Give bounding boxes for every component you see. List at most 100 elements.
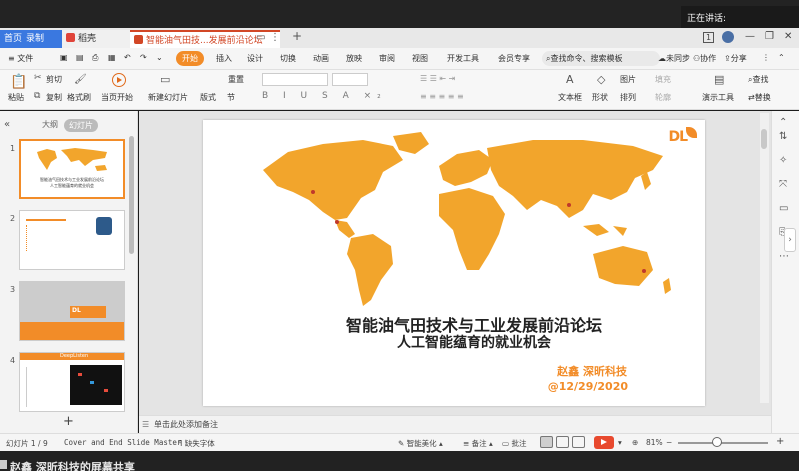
menu-membership[interactable]: 会员专享 (498, 53, 530, 64)
missing-font-button[interactable]: ꟻ 缺失字体 (178, 438, 215, 449)
play-from-current-icon[interactable] (112, 73, 126, 87)
zoom-slider[interactable] (678, 442, 768, 444)
cloud-sync[interactable]: ☁未同步 (658, 53, 690, 64)
page-indicator[interactable]: 1 (703, 32, 715, 43)
slide-thumbnail-3[interactable]: DL (19, 281, 125, 341)
sorter-view-button[interactable] (556, 436, 569, 448)
collapse-ribbon-icon[interactable]: ⌃ (778, 53, 785, 62)
cut-button[interactable]: 剪切 (46, 74, 62, 85)
canvas-scroll-thumb[interactable] (761, 129, 767, 149)
more-options-icon[interactable]: ⋮ (762, 53, 770, 62)
tab-docer[interactable]: 稻壳 (62, 30, 130, 48)
bullets-icon[interactable]: ☰ ☰ ⇤ ⇥ (420, 74, 455, 83)
redo-icon[interactable]: ↷ (140, 53, 147, 62)
add-slide-button[interactable]: + (63, 414, 74, 429)
slide-thumbnail-4[interactable]: DeepListen (19, 352, 125, 412)
slide-subtitle[interactable]: 人工智能蕴育的就业机会 (223, 332, 705, 352)
menu-review[interactable]: 审阅 (379, 53, 395, 64)
current-slide[interactable]: DL 智能油气田技术与工业发展前沿论坛 人工智能蕴育的就业机会 赵鑫 深昕科技 … (203, 120, 705, 406)
textbox-icon[interactable]: A (566, 73, 574, 86)
shape-icon[interactable]: ◇ (597, 73, 605, 86)
share-button[interactable]: ⇪分享 (724, 53, 747, 64)
zoom-level[interactable]: 81% (646, 438, 663, 447)
slideshow-play-button[interactable] (594, 436, 614, 449)
file-menu[interactable]: ≡ 文件 (8, 53, 33, 64)
layout-button[interactable]: 版式 (200, 92, 216, 103)
paste-icon[interactable]: 📋 (10, 74, 27, 90)
paste-button[interactable]: 粘贴 (8, 92, 24, 103)
font-family-select[interactable] (262, 73, 328, 86)
format-buttons[interactable]: B I U S A ×₂ (262, 91, 387, 101)
align-icon[interactable]: ≡ ≡ ≡ ≡ ≡ (420, 92, 464, 101)
copy-icon[interactable]: ⧉ (34, 91, 40, 101)
format-painter-button[interactable]: 格式刷 (67, 92, 91, 103)
close-icon[interactable]: ✕ (784, 31, 792, 42)
tab-record-label[interactable]: 录制 (26, 30, 44, 48)
shape-button[interactable]: 形状 (592, 92, 608, 103)
tab-home[interactable]: 首页 录制 (0, 30, 62, 48)
object-icon[interactable]: ▭ (779, 203, 788, 214)
preview-icon[interactable]: ▦ (108, 53, 116, 62)
textbox-button[interactable]: 文本框 (558, 92, 582, 103)
new-slide-icon[interactable]: ▭ (160, 73, 170, 86)
collapse-panel-icon[interactable]: « (4, 119, 10, 130)
fill-button[interactable]: 填充 (655, 74, 671, 85)
save-icon[interactable]: ▣ (60, 53, 68, 62)
zoom-slider-knob[interactable] (712, 437, 722, 447)
smart-beautify-button[interactable]: ✎ 智能美化 ▴ (398, 438, 443, 449)
menu-design[interactable]: 设计 (247, 53, 263, 64)
new-tab-button[interactable]: + (292, 29, 302, 43)
format-painter-icon[interactable]: 🖌 (74, 74, 87, 85)
notes-pane[interactable]: ☰ 单击此处添加备注 (139, 415, 771, 433)
scroll-up-icon[interactable]: ⌃ (779, 117, 787, 128)
copy-button[interactable]: 复制 (46, 92, 62, 103)
presenter-name[interactable]: 赵鑫 深昕科技 (557, 363, 627, 379)
outline-button[interactable]: 轮廓 (655, 92, 671, 103)
more-side-icon[interactable]: ⋯ (779, 251, 789, 262)
arrange-button[interactable]: 排列 (620, 92, 636, 103)
menu-insert[interactable]: 插入 (216, 53, 232, 64)
menu-slideshow[interactable]: 放映 (346, 53, 362, 64)
cut-icon[interactable]: ✂ (34, 73, 42, 83)
slide-thumbnail-2[interactable] (19, 210, 125, 270)
presentation-date[interactable]: @12/29/2020 (548, 380, 628, 393)
comments-toggle[interactable]: ▭ 批注 (502, 438, 526, 449)
properties-icon[interactable]: ⇅ (779, 131, 787, 142)
menu-home[interactable]: 开始 (176, 51, 204, 66)
font-size-select[interactable] (332, 73, 368, 86)
picture-button[interactable]: 图片 (620, 74, 636, 85)
outline-tab[interactable]: 大纲 (42, 119, 58, 130)
slide-thumbnail-1[interactable]: 智能油气田技术与工业发展前沿论坛 人工智能蕴育的就业机会 (19, 139, 125, 199)
command-search[interactable]: ⌕查找命令、搜索模板 (542, 51, 660, 66)
reset-button[interactable]: 重置 (228, 74, 244, 85)
transition-icon[interactable]: ⤧ (779, 179, 787, 190)
zoom-fit-icon[interactable]: ⊕ (632, 438, 638, 447)
expand-sidebar-icon[interactable]: › (784, 228, 796, 252)
avatar[interactable] (722, 31, 734, 43)
menu-developer[interactable]: 开发工具 (447, 53, 479, 64)
tab-screen-icon[interactable]: ▭ (256, 32, 265, 43)
notes-placeholder[interactable]: 单击此处添加备注 (154, 419, 218, 430)
zoom-in-icon[interactable]: + (776, 436, 784, 447)
minimize-icon[interactable]: — (745, 31, 755, 42)
find-button[interactable]: ⌕查找 (748, 74, 768, 85)
notes-grip-icon[interactable]: ☰ (142, 420, 149, 429)
theme-name[interactable]: Cover and End Slide Master (64, 438, 181, 447)
reading-view-button[interactable] (572, 436, 585, 448)
collab-button[interactable]: ⚇协作 (693, 53, 716, 64)
more-icon[interactable]: ⌄ (156, 53, 163, 62)
canvas-scrollbar[interactable] (760, 113, 769, 403)
play-from-current-button[interactable]: 当页开始 (101, 92, 133, 103)
section-button[interactable]: 节 (227, 92, 235, 103)
normal-view-button[interactable] (540, 436, 553, 448)
panel-scrollbar[interactable] (129, 136, 134, 254)
menu-view[interactable]: 视图 (412, 53, 428, 64)
zoom-out-icon[interactable]: − (666, 438, 672, 447)
replace-button[interactable]: ⇄替换 (748, 92, 771, 103)
notes-toggle[interactable]: ≡ 备注 ▴ (463, 438, 493, 449)
print-icon[interactable]: ⎙ (92, 53, 98, 63)
animation-icon[interactable]: ✧ (779, 155, 787, 166)
new-slide-button[interactable]: 新建幻灯片 (148, 92, 188, 103)
demo-tools-icon[interactable]: ▤ (714, 73, 724, 86)
restore-icon[interactable]: ❐ (765, 31, 774, 42)
